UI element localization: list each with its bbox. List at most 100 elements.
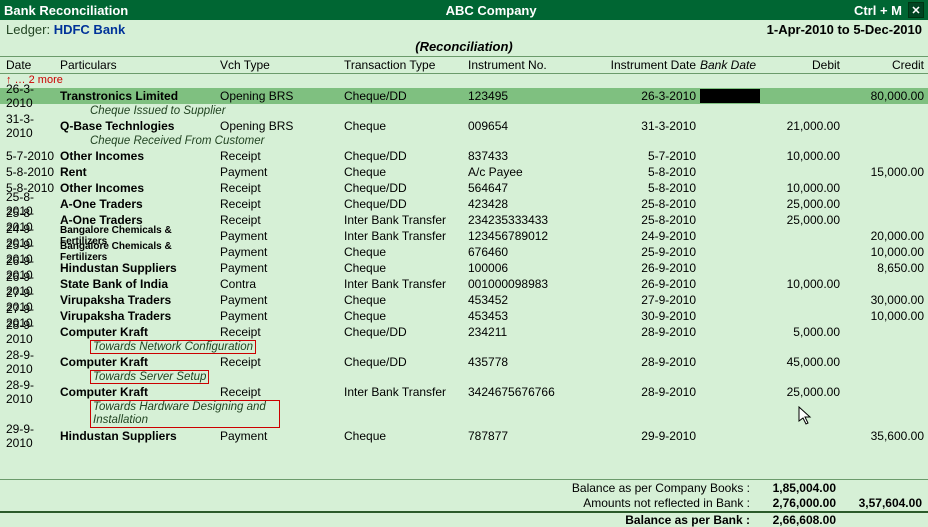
cell-credit [850,324,924,340]
cell-instno: 453452 [468,292,588,308]
cell-vchtype: Receipt [220,148,330,164]
footer-bank-balance: Balance as per Bank : 2,66,608.00 [0,511,928,527]
cell-particulars: Computer Kraft [60,354,220,370]
cell-debit [760,88,840,104]
cell-credit [850,148,924,164]
cell-date: 28-9-2010 [6,384,58,400]
cell-instno: 837433 [468,148,588,164]
cell-idate: 5-8-2010 [596,164,696,180]
table-row[interactable]: 28-9-2010Computer KraftReceiptInter Bank… [0,384,928,400]
footer-lbl-books: Balance as per Company Books : [572,481,750,495]
recon-title: (Reconciliation) [0,39,928,56]
cell-vchtype: Contra [220,276,330,292]
narration: Cheque Received From Customer [0,134,928,148]
cell-debit [760,228,840,244]
cell-ttype: Cheque/DD [344,180,464,196]
cell-credit: 10,000.00 [850,244,924,260]
cell-debit: 45,000.00 [760,354,840,370]
cell-vchtype: Payment [220,244,330,260]
cell-instno: 435778 [468,354,588,370]
cell-debit [760,428,840,444]
cell-idate: 28-9-2010 [596,354,696,370]
cell-instno: 123495 [468,88,588,104]
cell-vchtype: Receipt [220,384,330,400]
cell-date: 5-8-2010 [6,164,58,180]
cell-ttype: Cheque/DD [344,354,464,370]
ledger-name: HDFC Bank [54,22,126,37]
cell-idate: 29-9-2010 [596,428,696,444]
table-row[interactable]: 25-8-2010A-One TradersReceiptCheque/DD42… [0,196,928,212]
table-row[interactable]: 31-3-2010Q-Base TechnlogiesOpening BRSCh… [0,118,928,134]
col-particulars: Particulars [60,57,220,73]
table-row[interactable]: 25-9-2010Bangalore Chemicals & Fertilize… [0,244,928,260]
cell-debit [760,292,840,308]
cell-vchtype: Receipt [220,212,330,228]
cell-date: 26-3-2010 [6,88,58,104]
cell-vchtype: Payment [220,308,330,324]
cell-ttype: Cheque/DD [344,88,464,104]
cell-credit [850,212,924,228]
cell-particulars: Virupaksha Traders [60,292,220,308]
table-row[interactable]: 28-9-2010Computer KraftReceiptCheque/DD4… [0,354,928,370]
table-row[interactable]: 27-9-2010Virupaksha TradersPaymentCheque… [0,308,928,324]
cell-particulars: Rent [60,164,220,180]
cell-idate: 25-9-2010 [596,244,696,260]
cell-instno: 423428 [468,196,588,212]
cell-ttype: Cheque [344,260,464,276]
cell-particulars: Computer Kraft [60,324,220,340]
cell-idate: 5-8-2010 [596,180,696,196]
col-credit: Credit [850,57,924,73]
table-row[interactable]: 5-8-2010RentPaymentChequeA/c Payee5-8-20… [0,164,928,180]
cell-particulars: A-One Traders [60,196,220,212]
bank-date-input[interactable] [700,88,760,104]
cell-instno: A/c Payee [468,164,588,180]
table-row[interactable]: 29-9-2010Hindustan SuppliersPaymentChequ… [0,428,928,444]
cell-ttype: Cheque/DD [344,148,464,164]
cell-particulars: Other Incomes [60,180,220,196]
subheader: Ledger: HDFC Bank 1-Apr-2010 to 5-Dec-20… [0,20,928,39]
cell-instno: 123456789012 [468,228,588,244]
cell-date: 5-7-2010 [6,148,58,164]
cell-vchtype: Opening BRS [220,118,330,134]
cell-credit: 30,000.00 [850,292,924,308]
cell-ttype: Inter Bank Transfer [344,212,464,228]
cell-debit: 10,000.00 [760,148,840,164]
cell-idate: 30-9-2010 [596,308,696,324]
table-row[interactable]: 5-7-2010Other IncomesReceiptCheque/DD837… [0,148,928,164]
ledger-label: Ledger: [6,22,50,37]
col-vchtype: Vch Type [220,57,330,73]
cell-vchtype: Payment [220,260,330,276]
cell-date: 29-9-2010 [6,428,58,444]
table-row[interactable]: 26-9-2010State Bank of IndiaContraInter … [0,276,928,292]
cell-ttype: Cheque [344,244,464,260]
table-row[interactable]: 26-3-2010Transtronics LimitedOpening BRS… [0,88,928,104]
footer-not-reflected: Amounts not reflected in Bank : 2,76,000… [0,495,928,511]
cell-instno: 234235333433 [468,212,588,228]
cell-particulars: Hindustan Suppliers [60,260,220,276]
cell-debit: 25,000.00 [760,196,840,212]
cell-particulars: Hindustan Suppliers [60,428,220,444]
table-row[interactable]: 28-9-2010Computer KraftReceiptCheque/DD2… [0,324,928,340]
cell-date: 28-9-2010 [6,354,58,370]
table-row[interactable]: 27-9-2010Virupaksha TradersPaymentCheque… [0,292,928,308]
table-row[interactable]: 26-9-2010Hindustan SuppliersPaymentChequ… [0,260,928,276]
cell-idate: 28-9-2010 [596,324,696,340]
col-instno: Instrument No. [468,57,588,73]
col-bdate: Bank Date [700,57,760,73]
cell-instno: 009654 [468,118,588,134]
cell-idate: 25-8-2010 [596,196,696,212]
cell-debit: 10,000.00 [760,276,840,292]
cell-credit: 35,600.00 [850,428,924,444]
cell-instno: 564647 [468,180,588,196]
table-row[interactable]: 5-8-2010Other IncomesReceiptCheque/DD564… [0,180,928,196]
screen-title: Bank Reconciliation [4,3,128,18]
cell-vchtype: Payment [220,292,330,308]
cell-debit [760,308,840,324]
footer: Balance as per Company Books : 1,85,004.… [0,479,928,527]
col-idate: Instrument Date [596,57,696,73]
cell-particulars: State Bank of India [60,276,220,292]
close-icon[interactable]: ✕ [908,2,924,18]
cell-instno: 453453 [468,308,588,324]
cell-credit: 20,000.00 [850,228,924,244]
period: 1-Apr-2010 to 5-Dec-2010 [767,22,922,37]
